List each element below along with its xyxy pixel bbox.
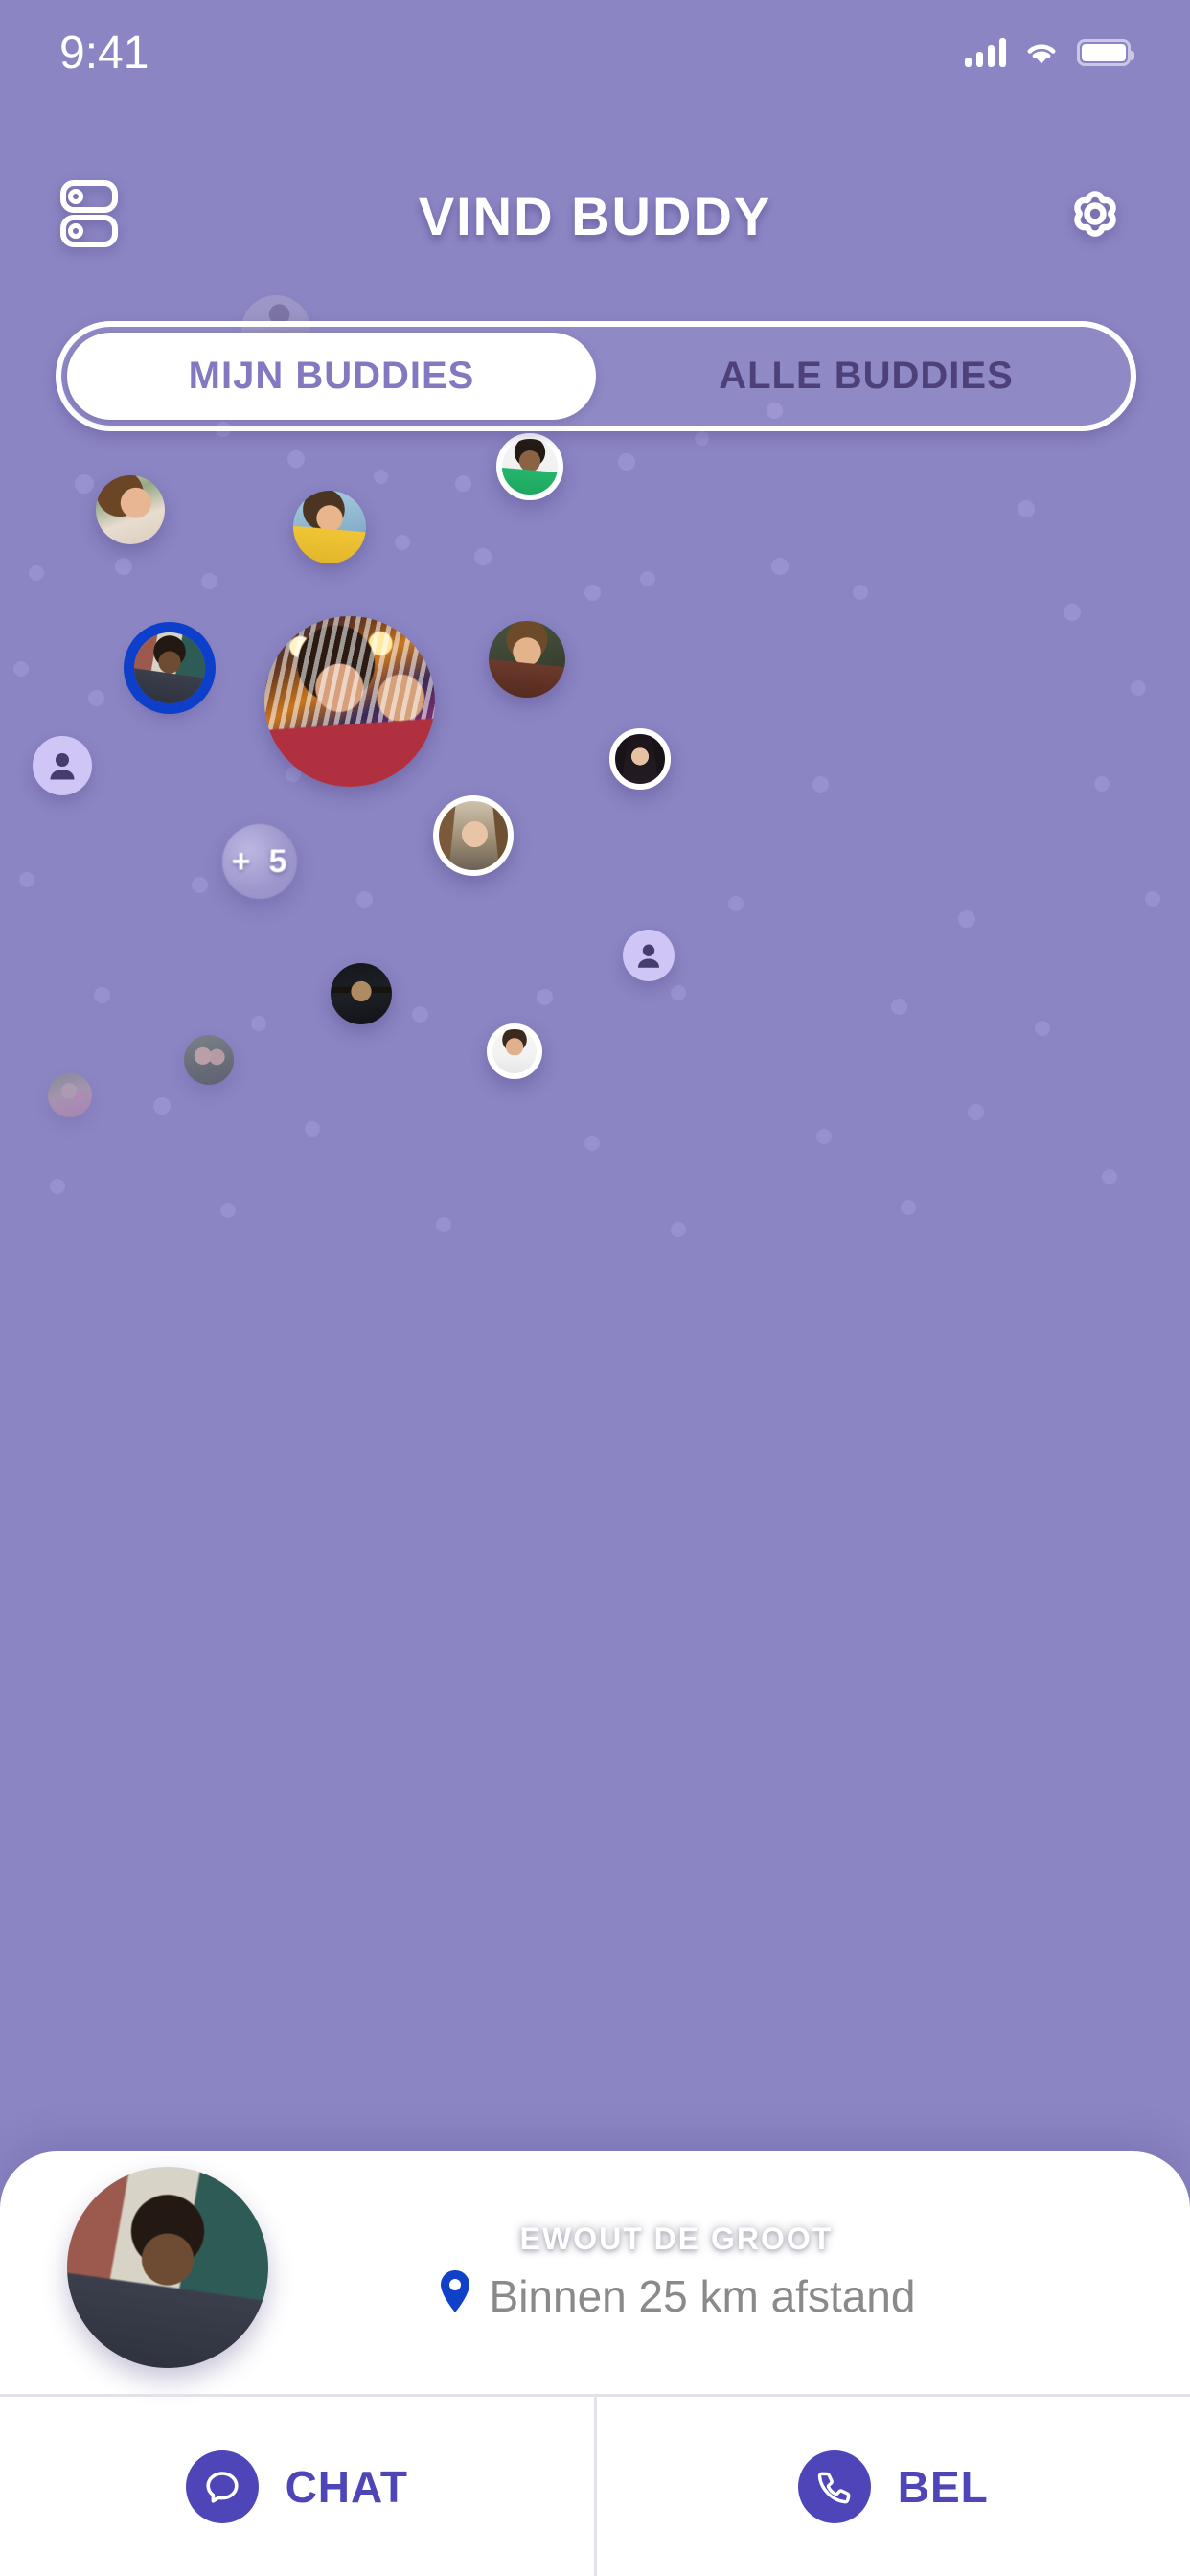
- buddy-avatar-5[interactable]: [609, 728, 671, 790]
- buddy-avatar-selected[interactable]: [134, 632, 205, 703]
- buddy-distance-row: Binnen 25 km afstand: [438, 2268, 916, 2325]
- avatar[interactable]: [67, 2166, 268, 2368]
- location-pin-icon: [438, 2268, 472, 2325]
- buddy-distance-label: Binnen 25 km afstand: [489, 2271, 916, 2321]
- buddy-avatar-8[interactable]: [184, 1035, 234, 1085]
- status-time: 9:41: [59, 27, 149, 79]
- buddy-avatar-faded-bottom[interactable]: [48, 1073, 92, 1117]
- app-screen: 9:41 VIND BUDDY MIJN BUDDIES ALLE BUDDIE…: [0, 0, 1190, 2576]
- buddy-avatar-9[interactable]: [487, 1024, 542, 1079]
- cluster-count: 5: [268, 842, 288, 880]
- signal-bars-icon: [965, 38, 1006, 67]
- buddy-avatar-center[interactable]: [264, 616, 435, 787]
- person-icon: [637, 944, 660, 968]
- buddy-detail-info: EWOUT DE GROOT Binnen 25 km afstand: [268, 2221, 1123, 2325]
- buddy-avatar-2[interactable]: [293, 491, 366, 564]
- battery-full-icon: [1077, 39, 1134, 66]
- buddy-avatar-6[interactable]: [433, 795, 514, 876]
- list-view-icon[interactable]: [59, 179, 119, 253]
- wifi-icon: [1023, 39, 1060, 66]
- call-button[interactable]: BEL: [593, 2397, 1190, 2576]
- tab-mijn-buddies-label: MIJN BUDDIES: [188, 355, 475, 397]
- cluster-plus: +: [231, 842, 252, 880]
- buddy-actions: CHAT BEL: [0, 2394, 1190, 2576]
- status-icons: [965, 38, 1134, 67]
- buddy-avatar-7[interactable]: [331, 963, 392, 1024]
- page-title: VIND BUDDY: [418, 185, 772, 246]
- buddy-detail-top: EWOUT DE GROOT Binnen 25 km afstand: [0, 2151, 1190, 2394]
- chat-bubble-icon: [185, 2450, 259, 2523]
- tab-alle-buddies[interactable]: ALLE BUDDIES: [602, 327, 1131, 426]
- buddy-avatar-4[interactable]: [489, 621, 565, 698]
- person-icon: [50, 753, 75, 780]
- chat-button[interactable]: CHAT: [0, 2397, 594, 2576]
- phone-icon: [797, 2450, 871, 2523]
- buddy-avatar-3[interactable]: [496, 433, 563, 500]
- buddy-name: EWOUT DE GROOT: [519, 2220, 834, 2256]
- chat-button-label: CHAT: [285, 2461, 408, 2512]
- gear-icon[interactable]: [1060, 178, 1131, 254]
- tab-alle-buddies-label: ALLE BUDDIES: [719, 355, 1014, 397]
- buddy-tabs: MIJN BUDDIES ALLE BUDDIES: [56, 321, 1136, 431]
- tab-mijn-buddies[interactable]: MIJN BUDDIES: [67, 333, 596, 420]
- call-button-label: BEL: [897, 2461, 989, 2512]
- buddy-placeholder-1[interactable]: [33, 736, 92, 795]
- buddy-avatar-1[interactable]: [96, 475, 165, 544]
- app-header: VIND BUDDY: [0, 153, 1190, 278]
- dot-pattern: [0, 278, 1190, 2185]
- buddy-placeholder-2[interactable]: [623, 930, 675, 981]
- buddy-detail-card: EWOUT DE GROOT Binnen 25 km afstand CHAT…: [0, 2151, 1190, 2576]
- buddy-map[interactable]: + 5: [0, 278, 1190, 2185]
- status-bar: 9:41: [0, 0, 1190, 105]
- buddy-cluster-badge[interactable]: + 5: [222, 824, 297, 899]
